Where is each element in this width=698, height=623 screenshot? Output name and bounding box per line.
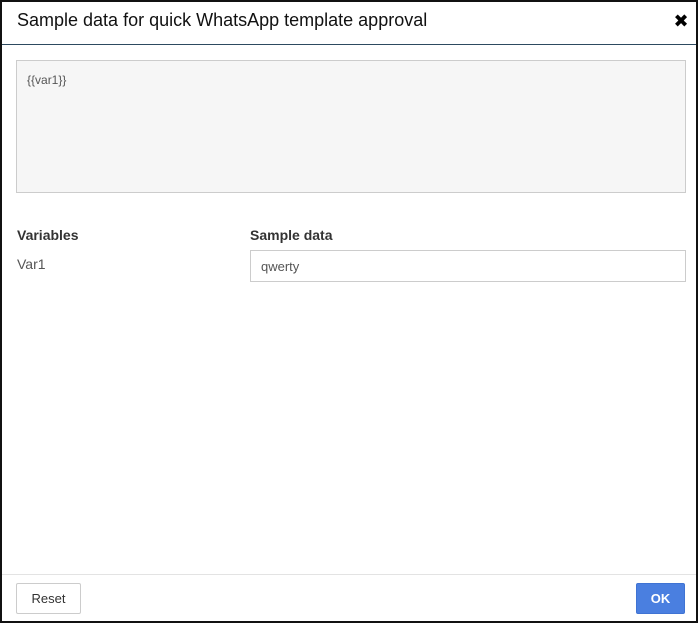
- close-icon[interactable]: ✖: [672, 11, 690, 31]
- dialog-title: Sample data for quick WhatsApp template …: [17, 10, 428, 30]
- sample-data-column-header: Sample data: [250, 227, 333, 243]
- variable-name: Var1: [17, 256, 46, 272]
- variables-column-header: Variables: [17, 227, 79, 243]
- template-preview: {{var1}}: [16, 60, 686, 193]
- ok-button[interactable]: OK: [636, 583, 685, 614]
- dialog-footer: Reset OK: [2, 574, 696, 621]
- reset-button[interactable]: Reset: [16, 583, 81, 614]
- dialog-header: Sample data for quick WhatsApp template …: [2, 2, 696, 45]
- sample-data-input[interactable]: [250, 250, 686, 282]
- sample-data-dialog: Sample data for quick WhatsApp template …: [0, 0, 698, 623]
